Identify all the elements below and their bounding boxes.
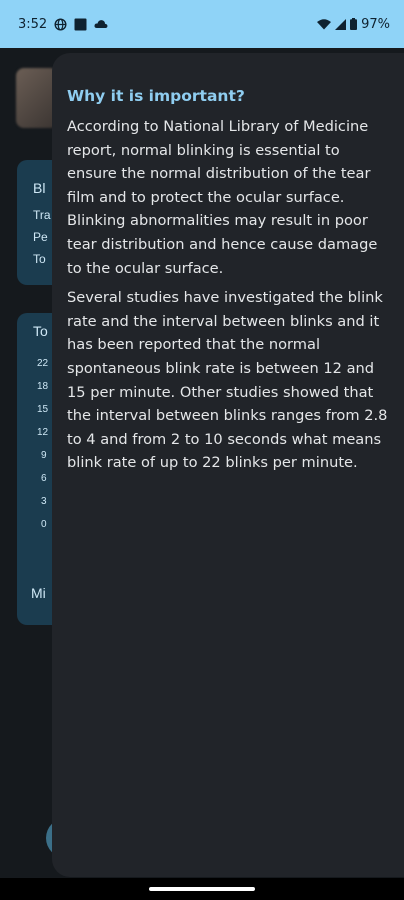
drawer-paragraph: Several studies have investigated the bl… [67, 289, 388, 472]
navigation-bar [0, 878, 404, 900]
axis-tick: 15 [37, 404, 49, 415]
square-app-icon [74, 18, 87, 31]
axis-tick: 9 [41, 450, 47, 461]
status-time: 3:52 [18, 16, 48, 32]
signal-icon [335, 18, 347, 30]
vpn-globe-icon [54, 17, 67, 31]
battery-percent: 97% [361, 16, 390, 32]
wifi-icon [317, 18, 332, 30]
axis-tick: 18 [37, 381, 49, 392]
axis-tick: 22 [37, 358, 49, 369]
status-bar: 3:52 97% [0, 0, 404, 48]
cloud-icon [94, 19, 108, 29]
card-line: To [33, 252, 46, 266]
card-title: To [33, 323, 48, 339]
drawer-paragraph: According to National Library of Medicin… [67, 118, 378, 277]
card-title: Bl [33, 180, 46, 196]
battery-icon [350, 18, 358, 30]
axis-tick: 0 [41, 519, 47, 530]
status-left: 3:52 [18, 17, 108, 32]
gesture-handle[interactable] [149, 887, 255, 891]
card-footer: Mi [31, 585, 46, 601]
card-line: Pe [33, 230, 48, 244]
axis-tick: 12 [37, 427, 49, 438]
axis-tick: 3 [41, 496, 47, 507]
drawer-title: Why it is important? [67, 87, 245, 105]
info-drawer: Why it is important? According to Nation… [52, 53, 404, 877]
card-line: Tra [33, 208, 51, 222]
axis-tick: 6 [41, 473, 47, 484]
status-right: 97% [317, 17, 390, 32]
